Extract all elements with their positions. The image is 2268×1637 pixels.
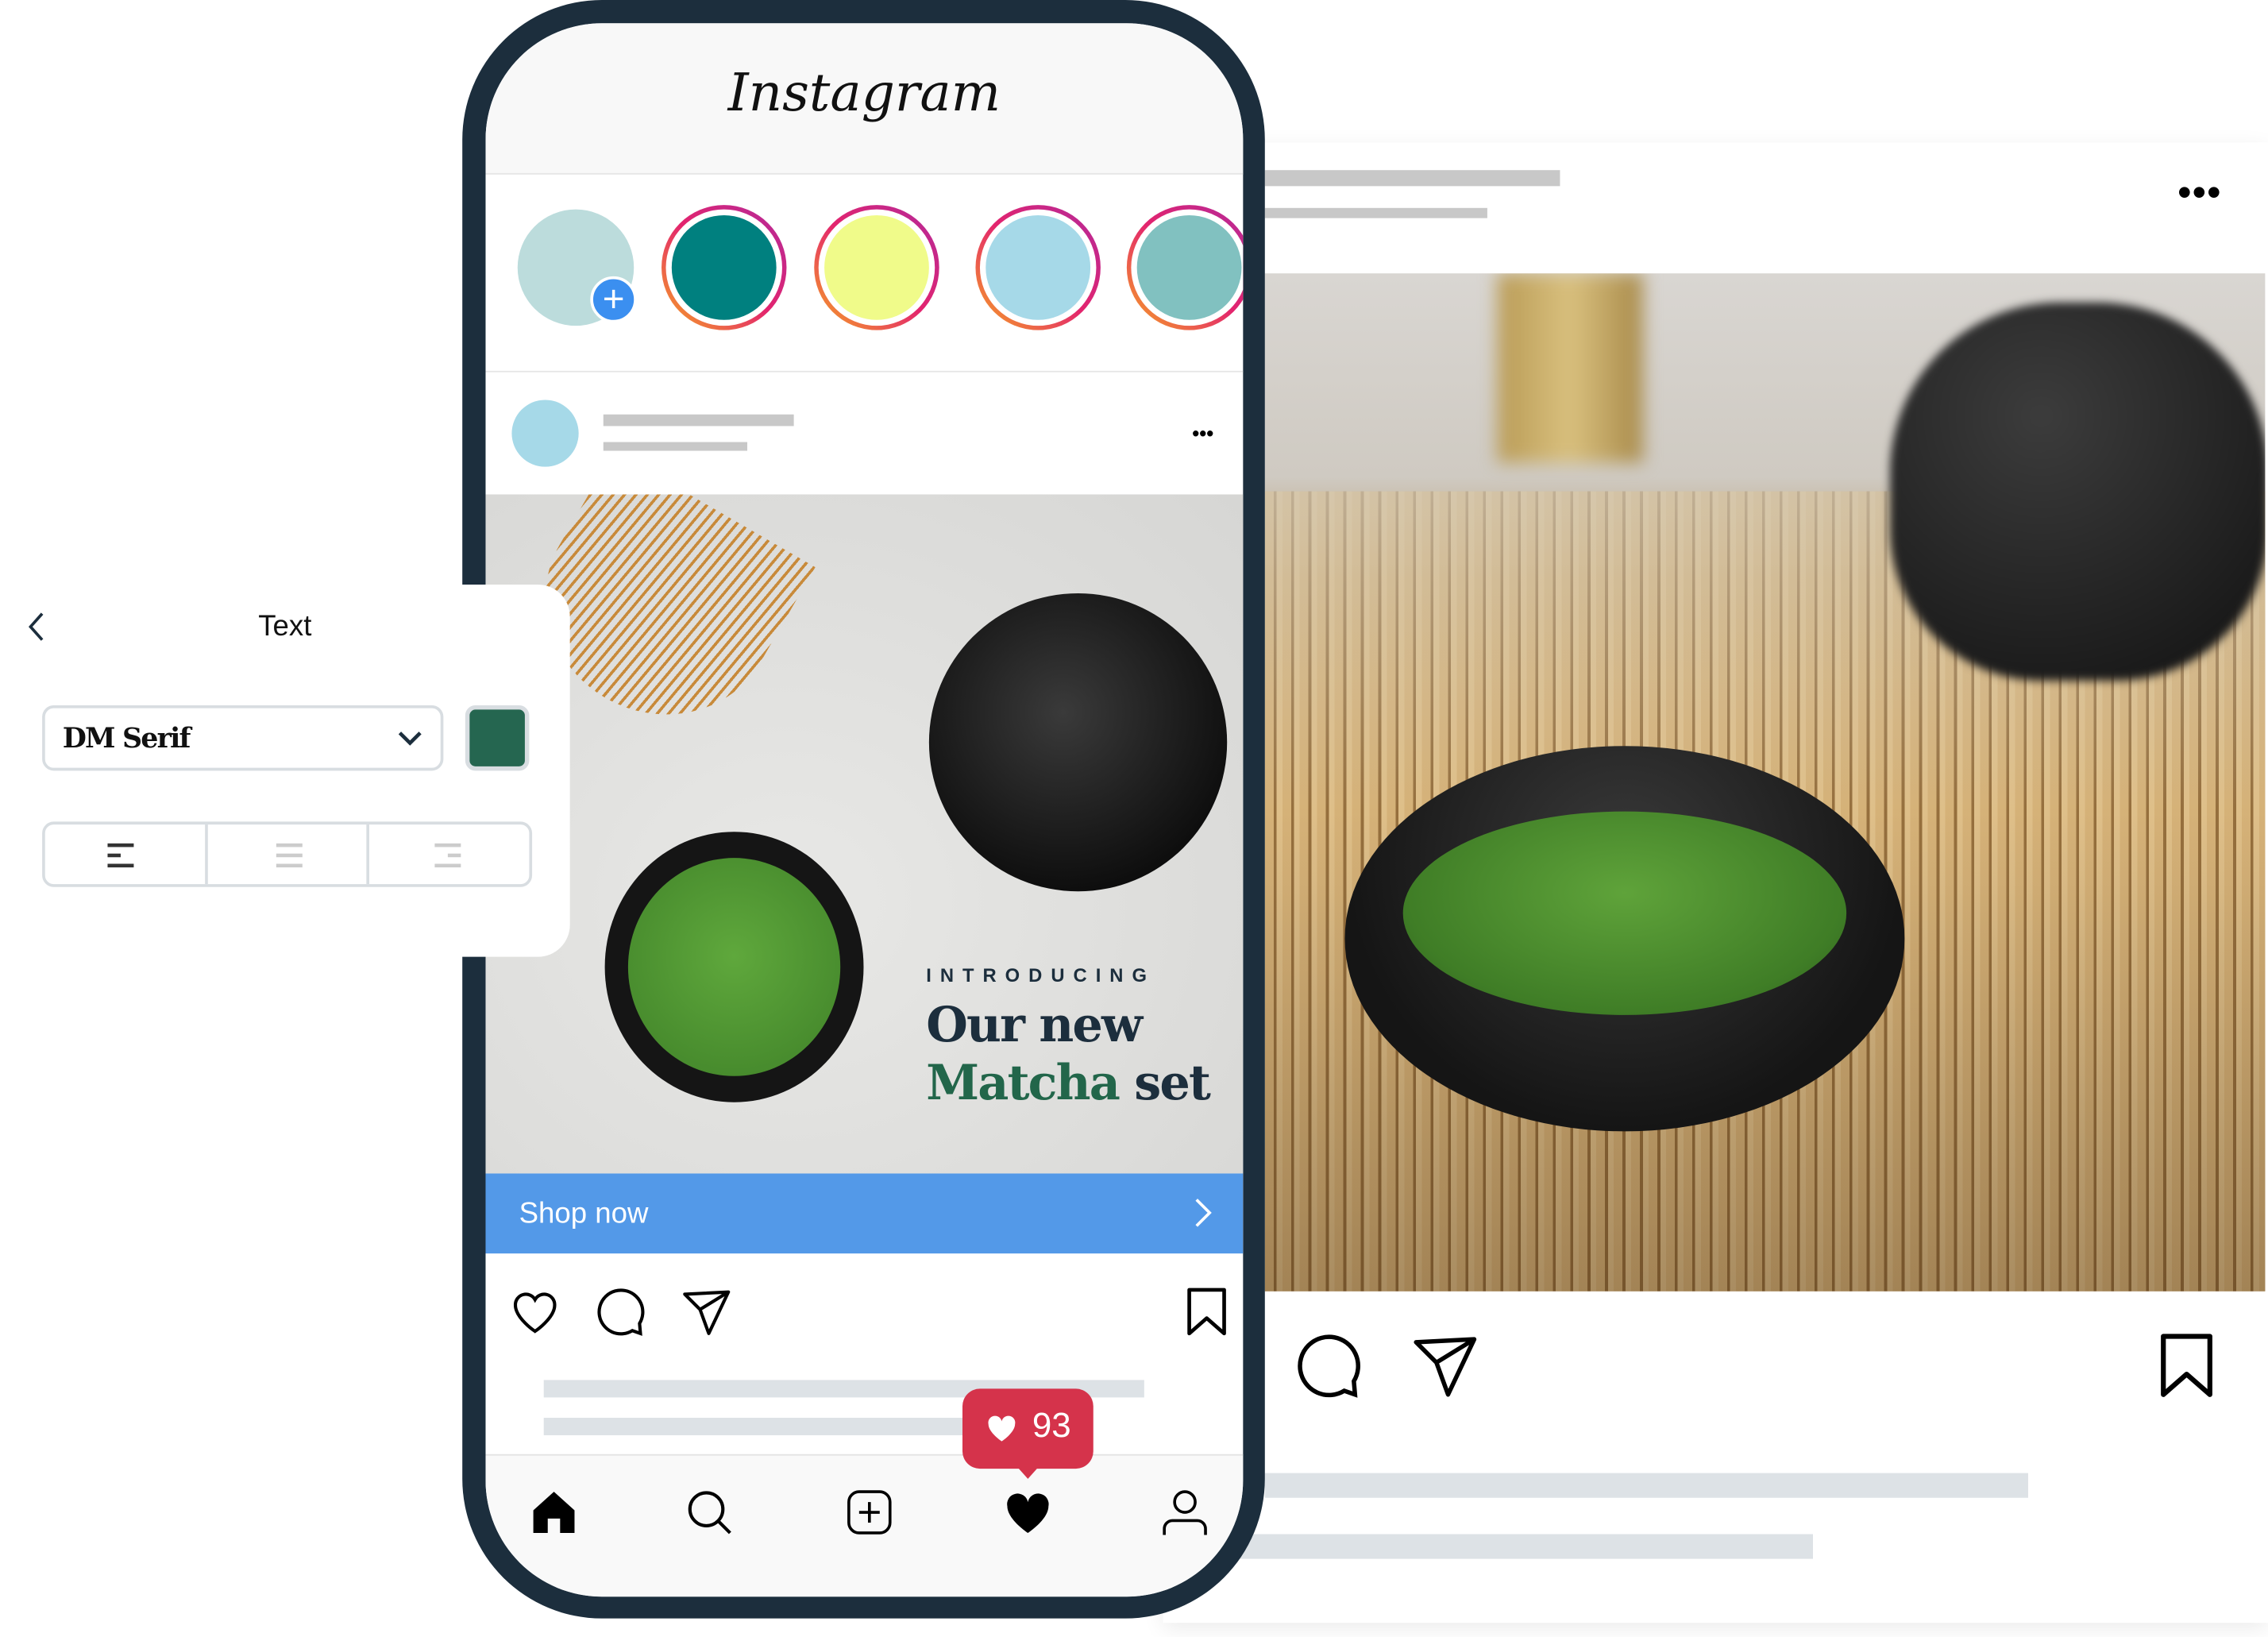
username-placeholder [603,414,794,427]
story-item[interactable] [662,205,787,330]
phone-mockup: Instagram + ••• INTRODUCING Our new Matc… [462,0,1265,1619]
like-count-badge: 93 [962,1388,1094,1479]
desktop-post-card: ••• [1163,142,2268,1623]
bookmark-icon[interactable] [1181,1285,1233,1338]
alignment-group [42,821,533,887]
caption-placeholder [543,1418,1024,1435]
shop-now-button[interactable]: Shop now [485,1173,1244,1254]
story-item[interactable] [975,205,1101,330]
heart-icon [988,1415,1016,1442]
align-center-icon [276,843,303,868]
bookmark-icon[interactable] [2152,1330,2222,1400]
send-icon[interactable] [1410,1330,1480,1400]
more-horizontal-icon[interactable]: ••• [2178,173,2222,211]
text-settings-panel: Text DM Serif [0,584,570,957]
align-left-icon [107,843,134,868]
subtitle-placeholder [603,442,748,451]
align-left-button[interactable] [45,824,208,885]
story-item[interactable] [814,205,939,330]
align-right-button[interactable] [370,824,530,884]
add-post-icon[interactable] [845,1488,894,1537]
home-icon[interactable] [529,1488,578,1537]
story-item[interactable] [1126,205,1244,330]
post-photo [1264,273,2266,1291]
chevron-right-icon [1195,1199,1212,1227]
post-image: INTRODUCING Our new Matcha set [485,494,1244,1174]
chevron-down-icon [398,732,422,746]
profile-icon[interactable] [1160,1488,1209,1537]
tab-bar [485,1454,1244,1597]
font-select[interactable]: DM Serif [42,705,444,771]
like-count: 93 [1032,1406,1071,1446]
phone-screen: Instagram + ••• INTRODUCING Our new Matc… [485,23,1244,1597]
font-select-value: DM Serif [62,722,191,755]
headline-line1: Our new [926,996,1143,1053]
comment-icon[interactable] [595,1285,647,1338]
avatar[interactable] [511,400,579,467]
activity-heart-icon[interactable] [1003,1488,1052,1537]
color-swatch[interactable] [465,705,530,771]
shop-now-label: Shop now [519,1198,649,1230]
post-headline: Our new Matcha set [926,996,1211,1112]
send-icon[interactable] [681,1285,733,1338]
plus-icon[interactable]: + [590,276,637,323]
post-overline: INTRODUCING [926,963,1155,986]
headline-green: Matcha [926,1054,1120,1111]
align-right-icon [435,843,461,868]
comment-icon[interactable] [1294,1330,1364,1400]
app-title: Instagram [727,64,1001,124]
search-icon[interactable] [685,1488,734,1537]
align-center-button[interactable] [207,824,370,885]
caption-placeholder [1236,1534,1814,1559]
more-horizontal-icon[interactable]: ••• [1192,422,1213,445]
heart-icon[interactable] [509,1285,561,1338]
app-header: Instagram [485,23,1244,175]
subtitle-placeholder [1264,207,1487,218]
headline-rest: set [1119,1054,1211,1111]
caption-placeholder [1264,1473,2028,1498]
username-placeholder [1264,170,1560,187]
panel-title: Text [258,610,312,643]
